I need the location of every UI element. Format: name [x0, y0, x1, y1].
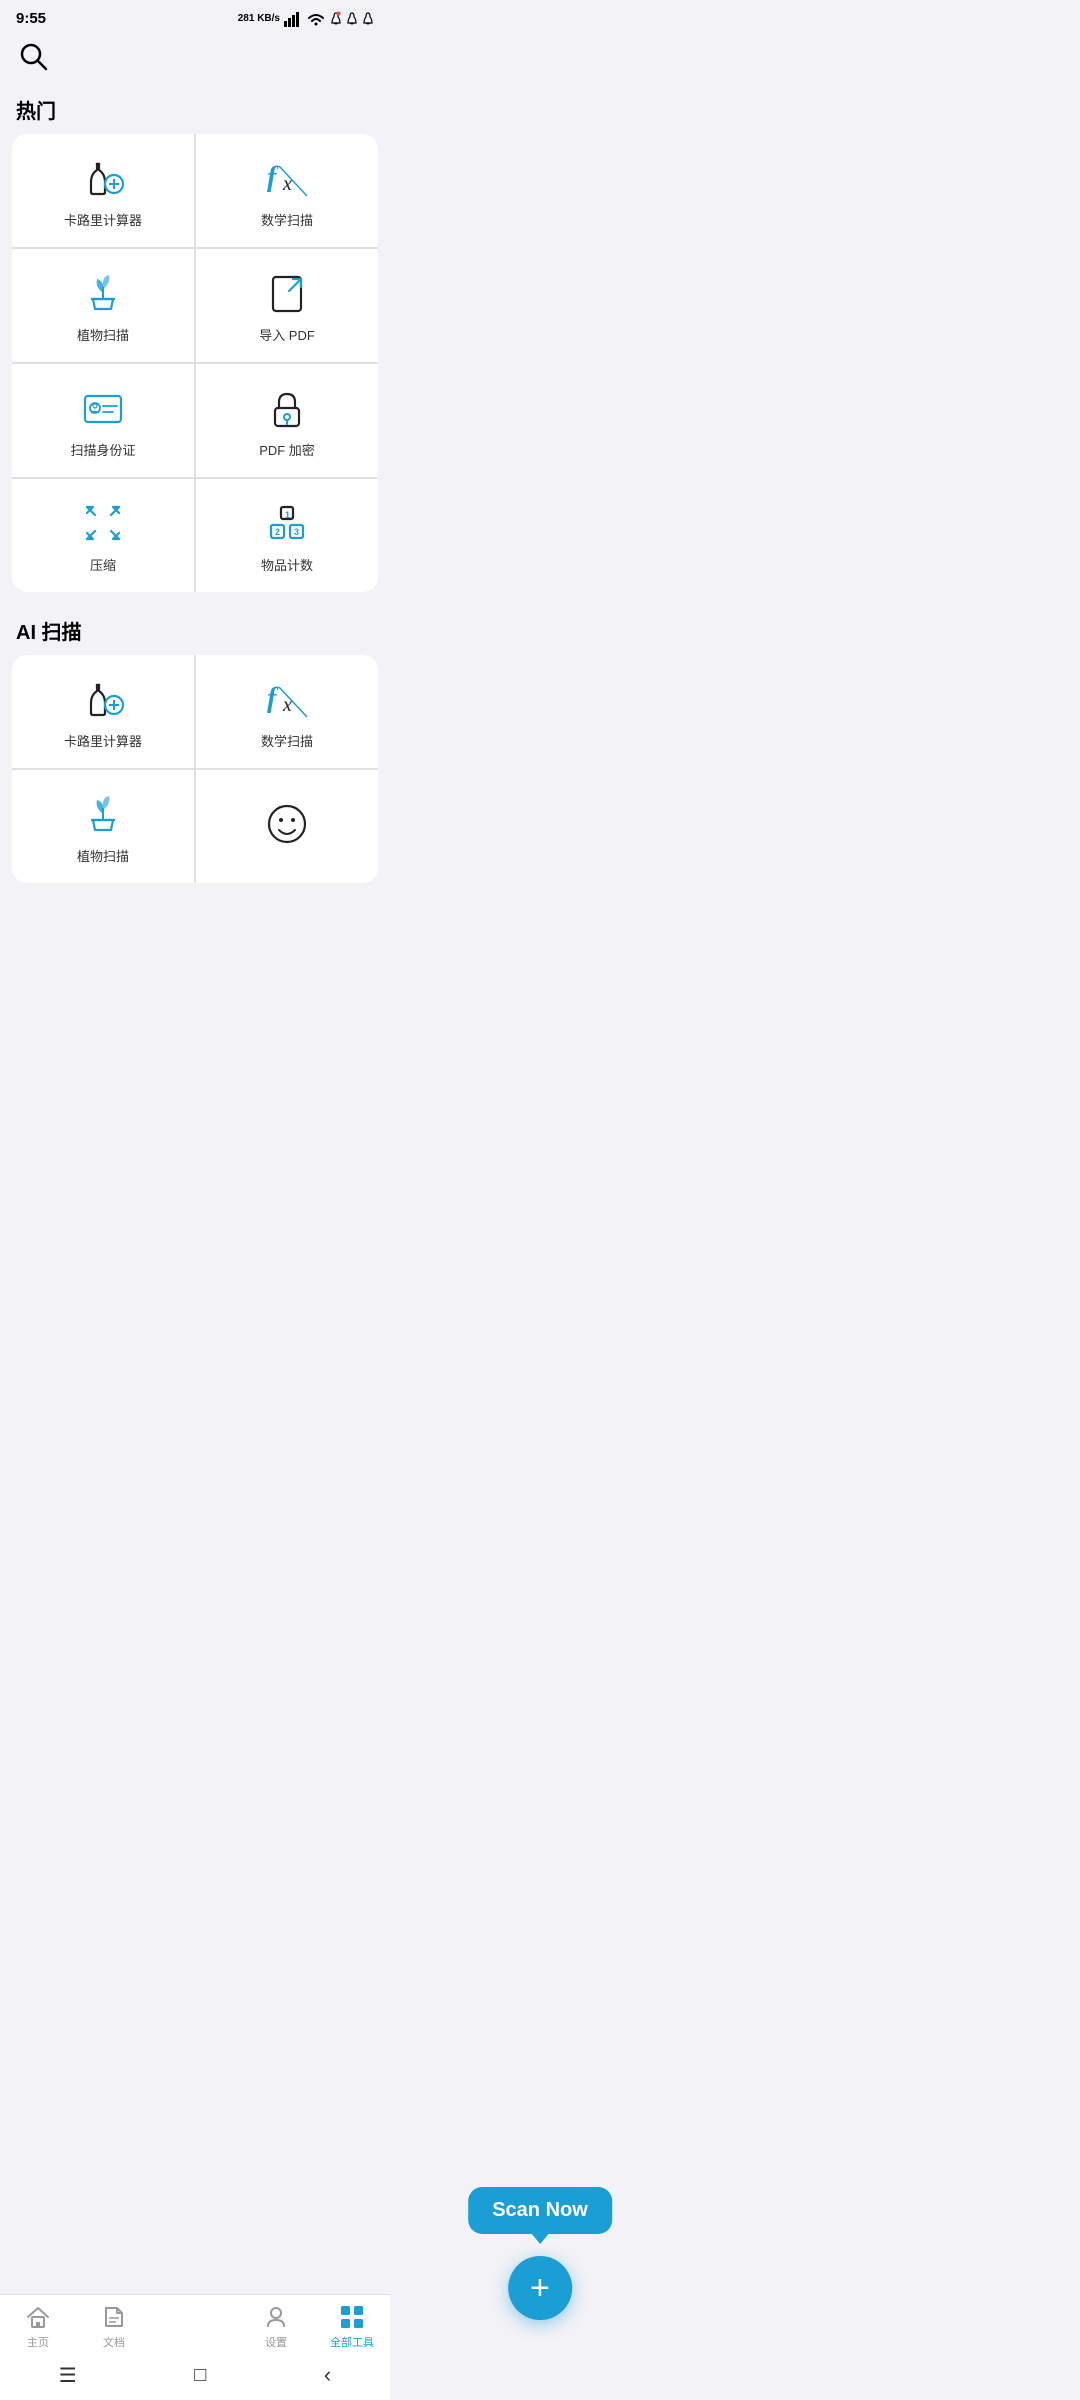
- status-time: 9:55: [16, 10, 46, 27]
- grid-item-itemcount[interactable]: 1 2 3 物品计数: [196, 479, 378, 592]
- svg-text:2: 2: [275, 527, 280, 537]
- fab-container: Scan Now +: [468, 2187, 612, 2320]
- search-bar[interactable]: [0, 31, 390, 87]
- calorie-icon: [81, 156, 125, 200]
- face-icon: [265, 802, 309, 846]
- plantscan-label: 植物扫描: [77, 325, 129, 344]
- ai-section: AI 扫描 卡路里计算器 f x: [0, 608, 390, 883]
- ai-grid-item-calorie[interactable]: 卡路里计算器: [12, 655, 194, 768]
- search-icon: [18, 41, 50, 73]
- svg-text:f: f: [267, 683, 279, 714]
- importpdf-label: 导入 PDF: [259, 325, 315, 344]
- mathscan-label: 数学扫描: [261, 210, 313, 229]
- status-bar: 9:55 281 KB/s: [0, 0, 390, 31]
- hot-section-title: 热门: [0, 87, 390, 134]
- bottom-navigation: 主页 文档 设置: [0, 2294, 390, 2400]
- ai-grid-item-mathscan[interactable]: f x 数学扫描: [196, 655, 378, 768]
- ai-grid-item-face[interactable]: [196, 770, 378, 883]
- svg-text:x: x: [282, 173, 292, 195]
- settings-icon: [263, 2304, 289, 2330]
- menu-btn[interactable]: ☰: [59, 2363, 77, 2388]
- signal-icon: [284, 11, 302, 27]
- ai-math-icon: f x: [265, 677, 309, 721]
- nav-item-docs[interactable]: 文档: [84, 2303, 144, 2350]
- hot-grid: 卡路里计算器 f x 数学扫描: [12, 134, 378, 592]
- nav-item-settings[interactable]: 设置: [246, 2303, 306, 2350]
- grid-item-mathscan[interactable]: f x 数学扫描: [196, 134, 378, 247]
- ai-mathscan-label: 数学扫描: [261, 731, 313, 750]
- math-icon: f x: [265, 156, 309, 200]
- lock-icon: [265, 386, 309, 430]
- docs-icon: [101, 2304, 127, 2330]
- grid-item-idscan[interactable]: 扫描身份证: [12, 364, 194, 477]
- grid-item-plantscan[interactable]: 植物扫描: [12, 249, 194, 362]
- ai-grid: 卡路里计算器 f x 数学扫描: [12, 655, 378, 883]
- idscan-icon: [81, 386, 125, 430]
- bell-icons: [330, 11, 374, 27]
- system-bar: ☰ □ ‹: [0, 2354, 390, 2400]
- pdfencrypt-label: PDF 加密: [259, 440, 315, 459]
- nav-home-label: 主页: [27, 2334, 49, 2350]
- search-button[interactable]: [16, 39, 52, 75]
- fab-scan-button[interactable]: +: [508, 2256, 572, 2320]
- home-icon: [25, 2304, 51, 2330]
- ai-section-title: AI 扫描: [0, 608, 390, 655]
- grid-item-pdfencrypt[interactable]: PDF 加密: [196, 364, 378, 477]
- ai-plant-icon: [81, 792, 125, 836]
- hot-section: 热门 卡路里计算器 f x: [0, 87, 390, 592]
- compress-label: 压缩: [90, 555, 116, 574]
- svg-text:1: 1: [285, 510, 290, 520]
- grid-item-importpdf[interactable]: 导入 PDF: [196, 249, 378, 362]
- ai-calorie-label: 卡路里计算器: [64, 731, 142, 750]
- compress-icon: [81, 501, 125, 545]
- svg-text:x: x: [282, 694, 292, 716]
- nav-item-home[interactable]: 主页: [8, 2303, 68, 2350]
- ai-calorie-icon: [81, 677, 125, 721]
- grid-item-calorie[interactable]: 卡路里计算器: [12, 134, 194, 247]
- count-icon: 1 2 3: [265, 501, 309, 545]
- scan-now-bubble[interactable]: Scan Now: [468, 2187, 612, 2234]
- itemcount-label: 物品计数: [261, 555, 313, 574]
- speed-indicator: 281 KB/s: [238, 13, 280, 24]
- nav-item-alltools[interactable]: 全部工具: [322, 2303, 382, 2350]
- nav-docs-label: 文档: [103, 2334, 125, 2350]
- home-btn[interactable]: □: [194, 2364, 206, 2387]
- ai-grid-item-plantscan[interactable]: 植物扫描: [12, 770, 194, 883]
- nav-settings-label: 设置: [265, 2334, 287, 2350]
- wifi-icon: [306, 11, 326, 27]
- grid-item-compress[interactable]: 压缩: [12, 479, 194, 592]
- svg-text:f: f: [267, 162, 279, 193]
- idscan-label: 扫描身份证: [70, 440, 135, 459]
- svg-text:3: 3: [294, 527, 299, 537]
- back-btn[interactable]: ‹: [324, 2362, 331, 2388]
- status-icons: 281 KB/s: [238, 11, 374, 27]
- pdf-import-icon: [265, 271, 309, 315]
- calorie-label: 卡路里计算器: [64, 210, 142, 229]
- alltools-icon: [339, 2304, 365, 2330]
- nav-alltools-label: 全部工具: [330, 2334, 374, 2350]
- fab-plus-icon: +: [530, 2271, 550, 2305]
- ai-plantscan-label: 植物扫描: [77, 846, 129, 865]
- plant-icon: [81, 271, 125, 315]
- nav-items: 主页 文档 设置: [0, 2295, 390, 2354]
